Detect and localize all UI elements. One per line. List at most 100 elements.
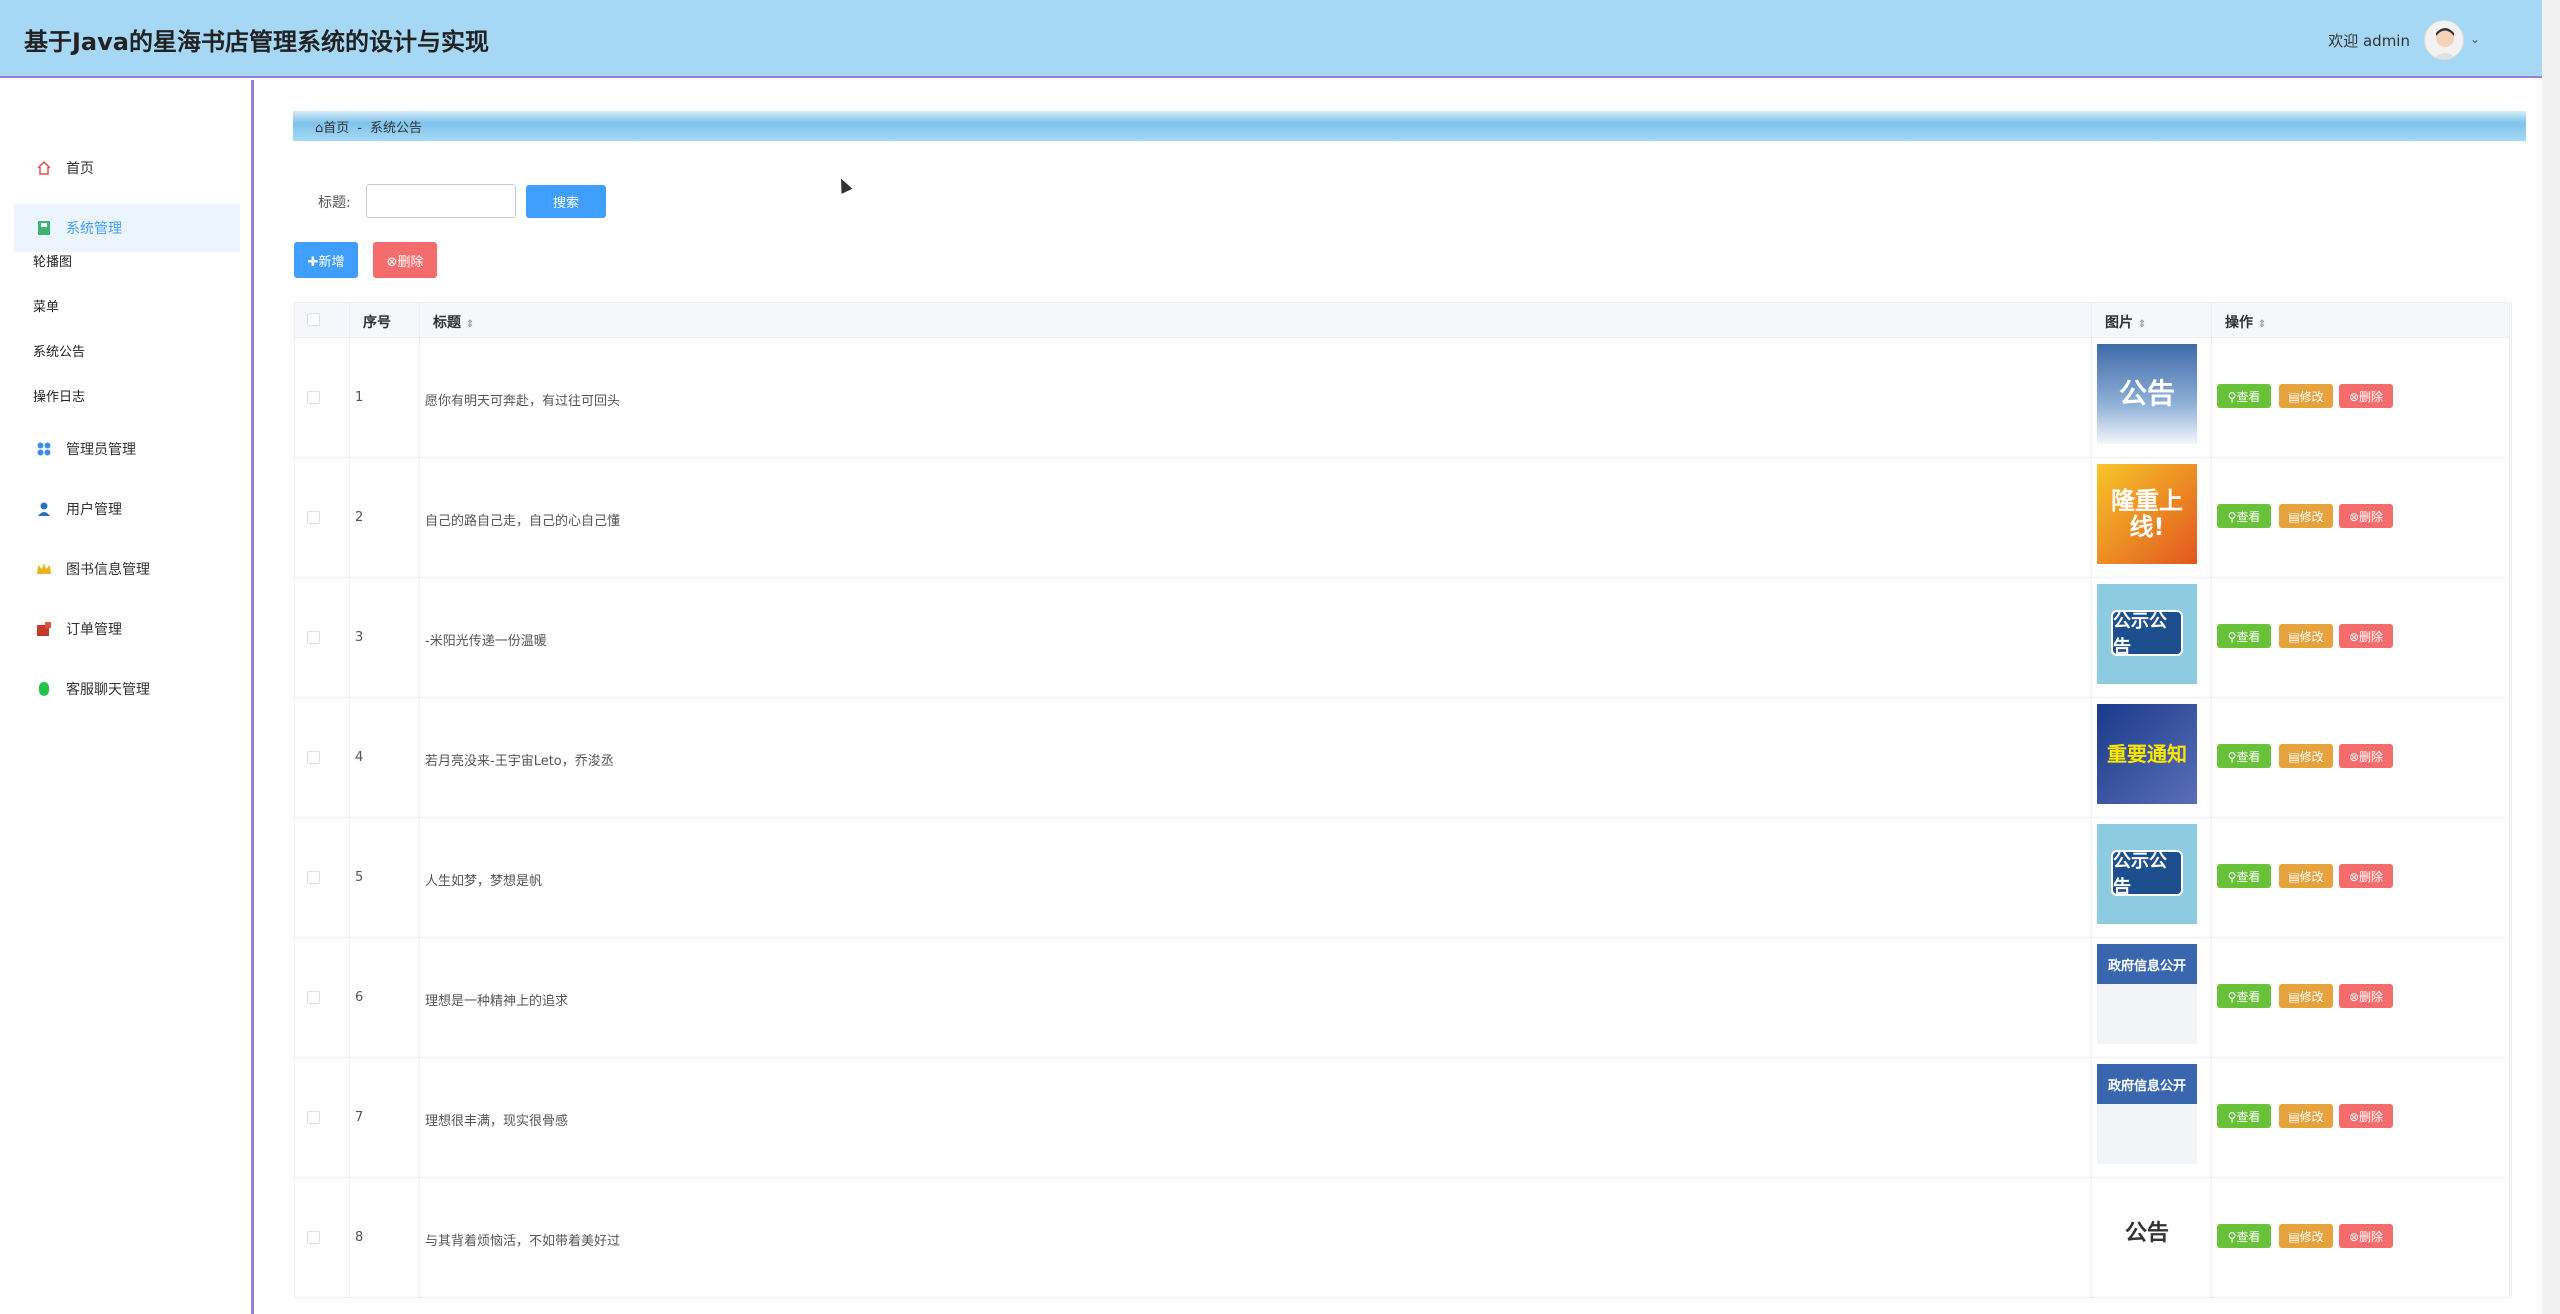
- header-ops[interactable]: 操作 ⇕: [2225, 312, 2266, 332]
- row-checkbox[interactable]: [307, 871, 320, 884]
- table-row: 5 人生如梦，梦想是帆 公示公告 ⚲查看 ▤修改 ⊗删除: [294, 818, 2512, 938]
- select-all-checkbox[interactable]: [307, 313, 320, 326]
- row-delete-button[interactable]: ⊗删除: [2339, 1104, 2393, 1128]
- table-row: 7 理想很丰满，现实很骨感 政府信息公开 ⚲查看 ▤修改 ⊗删除: [294, 1058, 2512, 1178]
- chevron-down-icon[interactable]: ⌄: [2470, 32, 2480, 46]
- row-image[interactable]: 隆重上线!: [2097, 464, 2197, 564]
- view-button[interactable]: ⚲查看: [2217, 744, 2271, 768]
- delete-button[interactable]: ⊗删除: [373, 242, 437, 278]
- table-row: 2 自己的路自己走，自己的心自己懂 隆重上线! ⚲查看 ▤修改 ⊗删除: [294, 458, 2512, 578]
- edit-icon: ▤: [2288, 629, 2300, 644]
- sidebar-subitem-carousel[interactable]: 轮播图: [33, 251, 72, 270]
- edit-icon: ▤: [2288, 509, 2300, 524]
- row-image[interactable]: 公告: [2097, 344, 2197, 444]
- delete-label: 删除: [397, 254, 424, 270]
- row-image[interactable]: 公示公告: [2097, 584, 2197, 684]
- sidebar-item-users[interactable]: 用户管理: [14, 485, 240, 533]
- row-delete-button[interactable]: ⊗删除: [2339, 504, 2393, 528]
- user-icon: [38, 502, 50, 516]
- grid-icon: [37, 442, 51, 456]
- row-title: 人生如梦，梦想是帆: [425, 874, 543, 889]
- chat-icon: [39, 682, 49, 696]
- edit-button[interactable]: ▤修改: [2279, 864, 2333, 888]
- sidebar-item-home[interactable]: 首页: [14, 144, 240, 192]
- top-header: 基于Java的星海书店管理系统的设计与实现 欢迎 admin ⌄: [0, 0, 2560, 78]
- sidebar-item-admins[interactable]: 管理员管理: [14, 425, 240, 473]
- row-checkbox[interactable]: [307, 1231, 320, 1244]
- row-image[interactable]: 政府信息公开: [2097, 944, 2197, 1044]
- search-button[interactable]: 搜索: [526, 185, 606, 218]
- header-title[interactable]: 标题 ⇕: [433, 312, 474, 332]
- edit-icon: ▤: [2288, 1109, 2300, 1124]
- mouse-cursor: [835, 176, 853, 194]
- row-image[interactable]: 政府信息公开: [2097, 1064, 2197, 1164]
- row-image[interactable]: 公告: [2097, 1184, 2197, 1284]
- row-delete-button[interactable]: ⊗删除: [2339, 744, 2393, 768]
- breadcrumb-current: 系统公告: [369, 121, 422, 136]
- edit-button[interactable]: ▤修改: [2279, 1224, 2333, 1248]
- view-button[interactable]: ⚲查看: [2217, 384, 2271, 408]
- row-delete-button[interactable]: ⊗删除: [2339, 384, 2393, 408]
- avatar[interactable]: [2424, 20, 2464, 60]
- table-row: 6 理想是一种精神上的追求 政府信息公开 ⚲查看 ▤修改 ⊗删除: [294, 938, 2512, 1058]
- plus-icon: ✚: [307, 254, 319, 270]
- breadcrumb: ⌂首页 - 系统公告: [293, 111, 2526, 141]
- row-title: 若月亮没来-王宇宙Leto，乔浚丞: [425, 754, 614, 769]
- view-button[interactable]: ⚲查看: [2217, 1224, 2271, 1248]
- edit-button[interactable]: ▤修改: [2279, 744, 2333, 768]
- close-circle-icon: ⊗: [2348, 509, 2360, 524]
- row-checkbox[interactable]: [307, 511, 320, 524]
- view-button[interactable]: ⚲查看: [2217, 504, 2271, 528]
- breadcrumb-home[interactable]: 首页: [323, 121, 349, 136]
- row-delete-button[interactable]: ⊗删除: [2339, 1224, 2393, 1248]
- edit-button[interactable]: ▤修改: [2279, 984, 2333, 1008]
- row-checkbox[interactable]: [307, 391, 320, 404]
- row-delete-button[interactable]: ⊗删除: [2339, 624, 2393, 648]
- sidebar-item-system[interactable]: 系统管理: [14, 204, 240, 252]
- scrollbar[interactable]: [2542, 0, 2560, 1314]
- row-checkbox[interactable]: [307, 991, 320, 1004]
- sidebar-item-label: 用户管理: [66, 502, 122, 518]
- row-delete-button[interactable]: ⊗删除: [2339, 864, 2393, 888]
- search-input[interactable]: [366, 184, 516, 218]
- sidebar-subitem-menu[interactable]: 菜单: [33, 296, 59, 315]
- row-index: 7: [355, 1110, 364, 1125]
- sidebar-item-label: 客服聊天管理: [66, 682, 150, 698]
- sidebar-item-label: 首页: [66, 161, 94, 177]
- edit-button[interactable]: ▤修改: [2279, 1104, 2333, 1128]
- edit-button[interactable]: ▤修改: [2279, 504, 2333, 528]
- row-image[interactable]: 重要通知: [2097, 704, 2197, 804]
- edit-button[interactable]: ▤修改: [2279, 384, 2333, 408]
- add-button[interactable]: ✚新增: [294, 242, 358, 278]
- row-index: 5: [355, 870, 364, 885]
- sidebar-item-chat[interactable]: 客服聊天管理: [14, 665, 240, 713]
- row-checkbox[interactable]: [307, 751, 320, 764]
- view-button[interactable]: ⚲查看: [2217, 1104, 2271, 1128]
- edit-icon: ▤: [2288, 869, 2300, 884]
- row-checkbox[interactable]: [307, 631, 320, 644]
- sort-icon: ⇕: [2137, 319, 2147, 330]
- edit-button[interactable]: ▤修改: [2279, 624, 2333, 648]
- sidebar-item-books[interactable]: 图书信息管理: [14, 545, 240, 593]
- table-row: 1 愿你有明天可奔赴，有过往可回头 公告 ⚲查看 ▤修改 ⊗删除: [294, 338, 2512, 458]
- row-index: 2: [355, 510, 364, 525]
- row-delete-button[interactable]: ⊗删除: [2339, 984, 2393, 1008]
- sidebar-subitem-notice[interactable]: 系统公告: [33, 341, 85, 360]
- close-circle-icon: ⊗: [2348, 989, 2360, 1004]
- header-image[interactable]: 图片 ⇕: [2105, 312, 2146, 332]
- view-button[interactable]: ⚲查看: [2217, 984, 2271, 1008]
- app-title: 基于Java的星海书店管理系统的设计与实现: [24, 28, 489, 56]
- row-image[interactable]: 公示公告: [2097, 824, 2197, 924]
- row-index: 6: [355, 990, 364, 1005]
- row-checkbox[interactable]: [307, 1111, 320, 1124]
- row-title: 自己的路自己走，自己的心自己懂: [425, 514, 621, 529]
- row-title: 理想很丰满，现实很骨感: [425, 1114, 569, 1129]
- view-button[interactable]: ⚲查看: [2217, 864, 2271, 888]
- view-button[interactable]: ⚲查看: [2217, 624, 2271, 648]
- sidebar-item-orders[interactable]: 订单管理: [14, 605, 240, 653]
- sidebar-subitem-log[interactable]: 操作日志: [33, 386, 85, 405]
- order-icon: [37, 622, 51, 636]
- edit-icon: ▤: [2288, 989, 2300, 1004]
- close-circle-icon: ⊗: [2348, 869, 2360, 884]
- close-circle-icon: ⊗: [2348, 1229, 2360, 1244]
